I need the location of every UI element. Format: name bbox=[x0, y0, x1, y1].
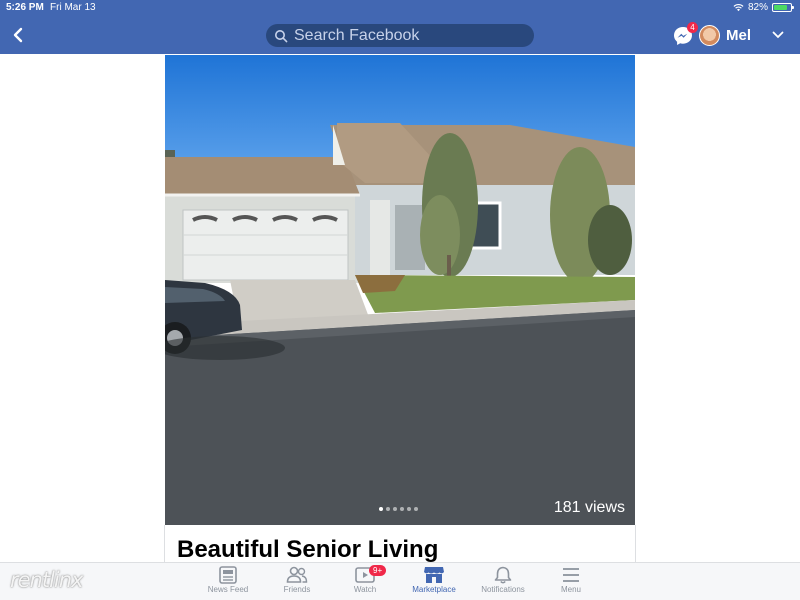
user-name[interactable]: Mel bbox=[726, 27, 751, 44]
pager-dot[interactable] bbox=[400, 507, 404, 511]
listing-photo[interactable] bbox=[165, 55, 635, 525]
tab-label: Notifications bbox=[481, 585, 525, 594]
search-icon bbox=[275, 29, 288, 42]
pager-dot[interactable] bbox=[379, 507, 383, 511]
back-chevron-icon[interactable] bbox=[10, 25, 28, 45]
tab-menu[interactable]: Menu bbox=[541, 566, 601, 598]
card-border-left bbox=[164, 525, 165, 565]
photo-pager-dots[interactable] bbox=[379, 507, 418, 511]
pager-dot[interactable] bbox=[393, 507, 397, 511]
wifi-icon bbox=[733, 4, 744, 12]
avatar[interactable] bbox=[699, 25, 720, 46]
tab-label: Menu bbox=[560, 585, 581, 594]
search-bar[interactable] bbox=[266, 24, 534, 47]
bell-icon bbox=[494, 566, 512, 584]
messenger-button[interactable]: 4 bbox=[672, 22, 698, 47]
messenger-badge: 4 bbox=[687, 22, 698, 33]
card-border-right bbox=[635, 525, 636, 565]
status-date: Fri Mar 13 bbox=[50, 2, 96, 13]
tab-label: News Feed bbox=[207, 585, 249, 594]
status-time: 5:26 PM bbox=[6, 2, 44, 13]
marketplace-icon bbox=[424, 567, 444, 583]
pager-dot[interactable] bbox=[407, 507, 411, 511]
pager-dot[interactable] bbox=[414, 507, 418, 511]
tab-watch[interactable]: 9+ Watch bbox=[335, 565, 395, 598]
tab-notifications[interactable]: Notifications bbox=[473, 566, 533, 598]
friends-icon bbox=[286, 566, 308, 583]
tab-label: Friends bbox=[283, 585, 311, 594]
pager-dot[interactable] bbox=[386, 507, 390, 511]
top-bar: 5:26 PM Fri Mar 13 82% 4 Mel bbox=[0, 0, 800, 54]
tab-friends[interactable]: Friends bbox=[267, 566, 327, 598]
tab-label: Marketplace bbox=[412, 585, 456, 594]
status-indicators: 82% bbox=[733, 2, 794, 13]
menu-icon bbox=[563, 568, 579, 582]
tab-marketplace[interactable]: Marketplace bbox=[404, 566, 464, 598]
listing-title: Beautiful Senior Living bbox=[177, 536, 439, 563]
house-photo bbox=[165, 55, 635, 525]
news-feed-icon bbox=[219, 566, 237, 584]
watch-badge: 9+ bbox=[369, 565, 387, 576]
battery-icon bbox=[772, 3, 794, 12]
tab-label: Watch bbox=[353, 585, 377, 594]
tab-news-feed[interactable]: News Feed bbox=[198, 566, 258, 598]
search-input[interactable] bbox=[294, 26, 524, 45]
bottom-tab-bar: News Feed Friends 9+ Watch Marketplace N… bbox=[0, 562, 800, 600]
watermark-logo: rentlinx bbox=[10, 568, 84, 592]
chevron-down-icon[interactable] bbox=[772, 30, 784, 40]
battery-percent: 82% bbox=[747, 2, 768, 13]
view-count: 181 views bbox=[553, 499, 625, 516]
